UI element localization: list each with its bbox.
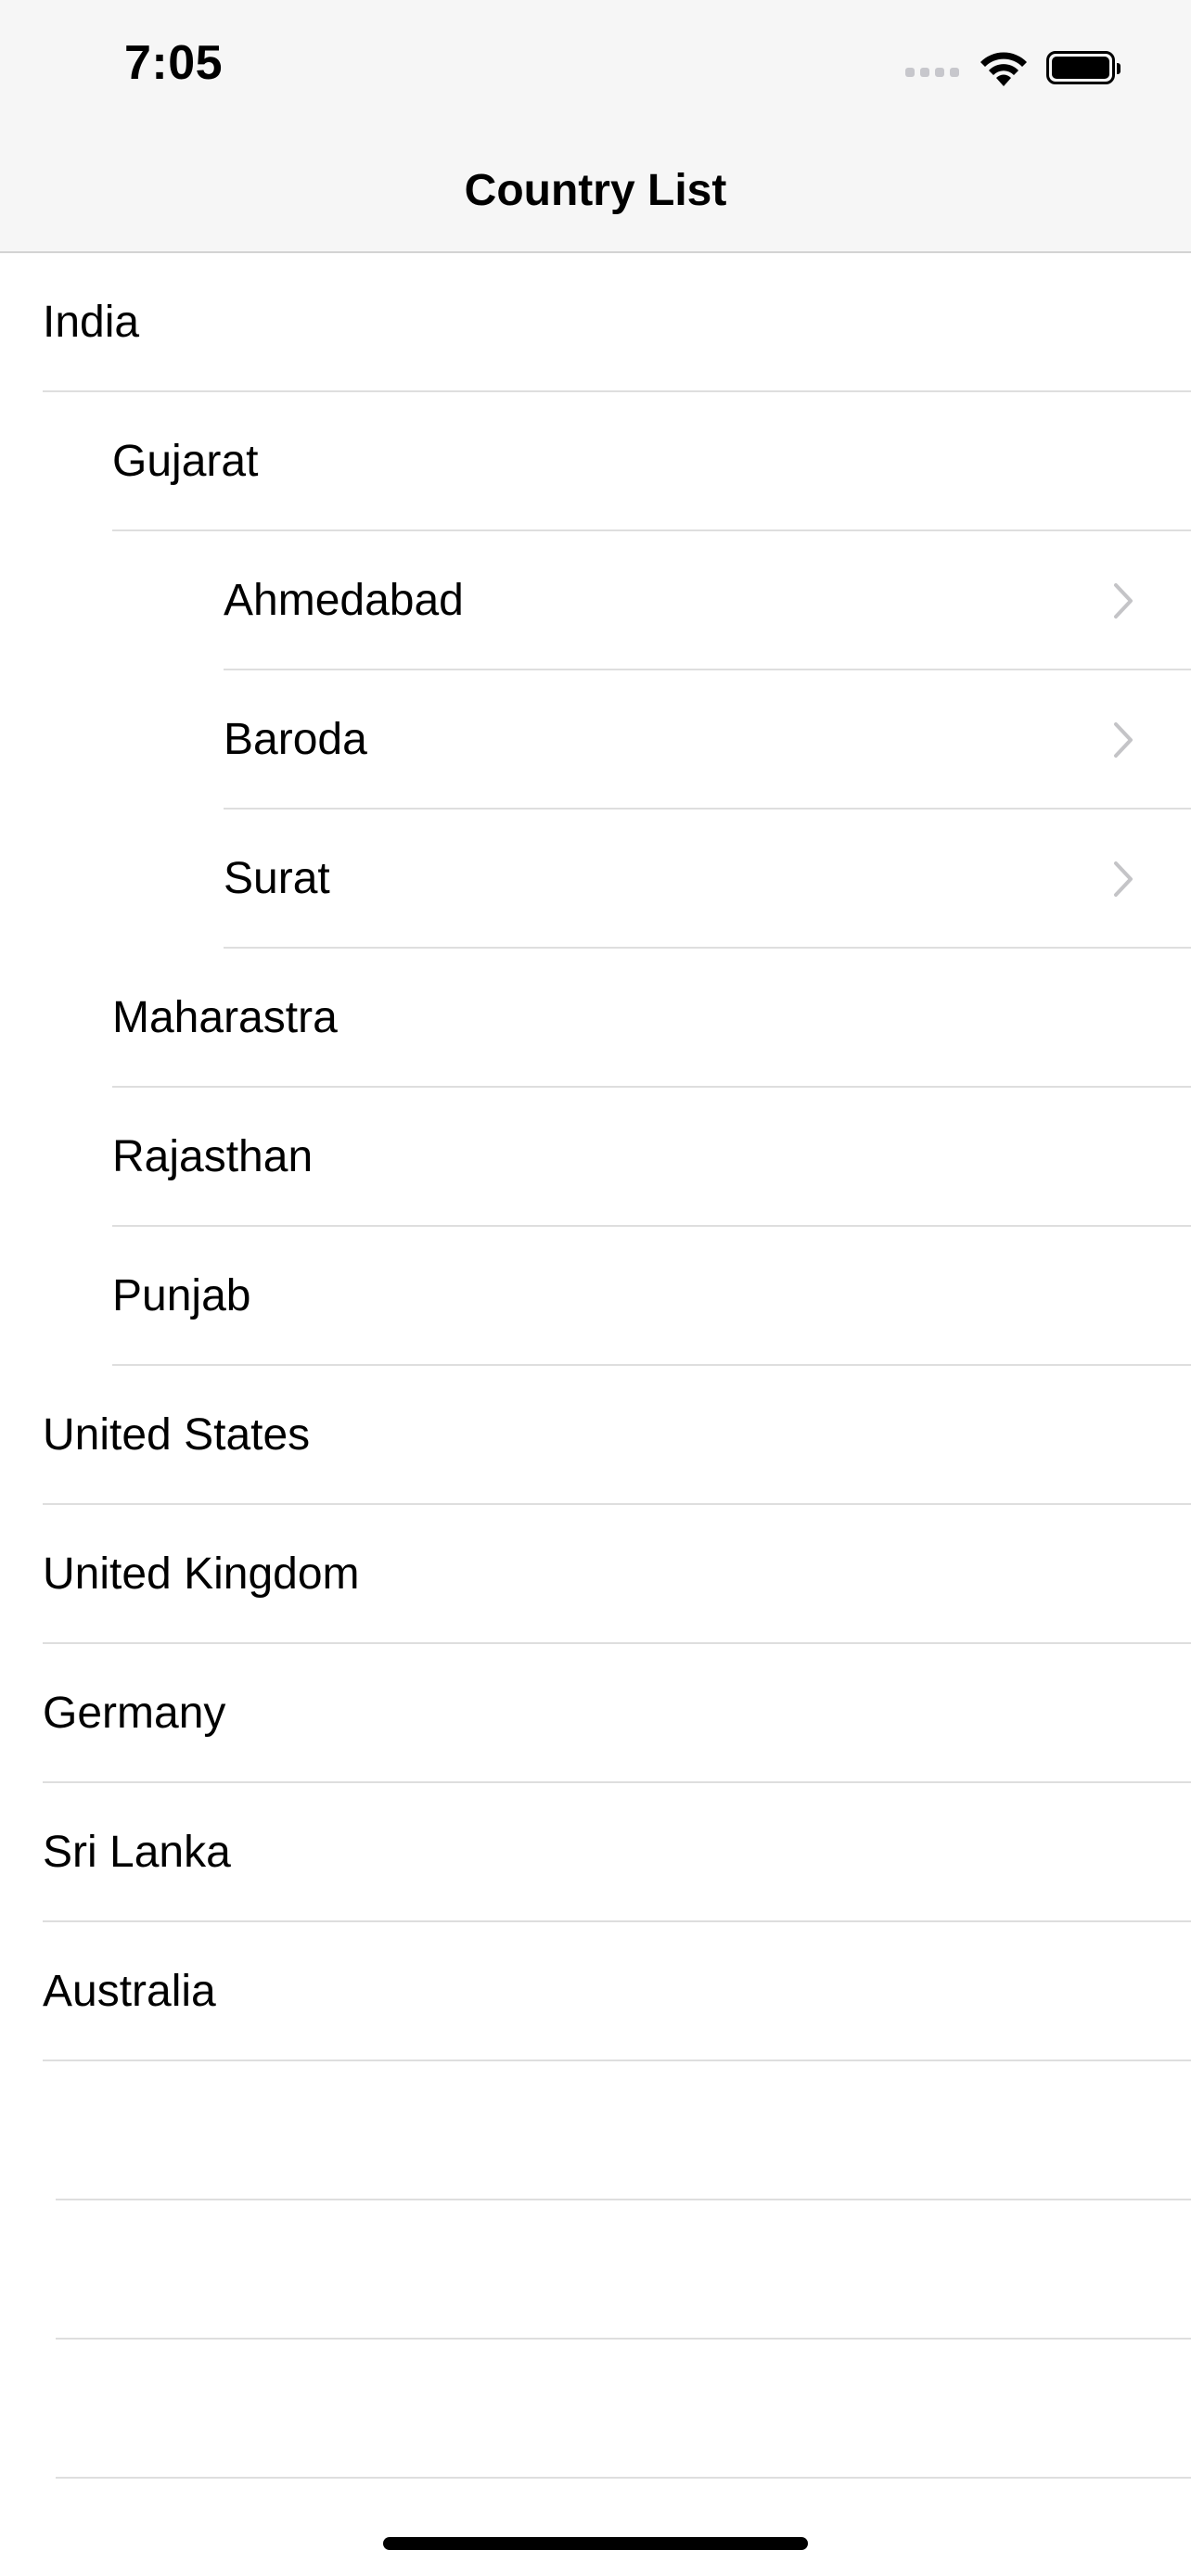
list-item[interactable]: United States xyxy=(0,1366,1191,1505)
empty-row xyxy=(0,2200,1191,2340)
list-item-label: Ahmedabad xyxy=(224,576,464,625)
list-item-label: India xyxy=(43,298,140,347)
battery-icon xyxy=(1046,51,1121,84)
list-item-label: Rajasthan xyxy=(112,1132,314,1181)
list-item-label: Maharastra xyxy=(112,993,338,1042)
list-item[interactable]: Ahmedabad xyxy=(0,531,1191,670)
list-item[interactable]: India xyxy=(0,253,1191,392)
list-item-label: Punjab xyxy=(112,1271,251,1320)
page-title: Country List xyxy=(464,166,727,215)
list-item[interactable]: Rajasthan xyxy=(0,1088,1191,1227)
status-time: 7:05 xyxy=(124,36,224,90)
list-item-label: United Kingdom xyxy=(43,1549,360,1599)
empty-row xyxy=(0,2340,1191,2479)
list-item-label: Australia xyxy=(43,1967,216,2016)
list-item-label: Sri Lanka xyxy=(43,1828,231,1877)
list-item-label: Gujarat xyxy=(112,437,259,486)
country-list[interactable]: India Gujarat Ahmedabad Baroda Surat Maharast… xyxy=(0,253,1191,2479)
list-item-label: Surat xyxy=(224,854,330,903)
navigation-bar: 7:05 Country List xyxy=(0,0,1191,253)
list-item[interactable]: Gujarat xyxy=(0,392,1191,531)
list-item[interactable]: Germany xyxy=(0,1644,1191,1783)
chevron-right-icon xyxy=(1114,583,1133,618)
list-item-label: United States xyxy=(43,1410,311,1460)
wifi-icon xyxy=(980,52,1027,86)
home-indicator[interactable] xyxy=(383,2537,808,2550)
list-item[interactable]: Surat xyxy=(0,810,1191,949)
list-item[interactable]: Punjab xyxy=(0,1227,1191,1366)
list-item[interactable]: United Kingdom xyxy=(0,1505,1191,1644)
list-item-label: Baroda xyxy=(224,715,367,764)
list-item[interactable]: Australia xyxy=(0,1922,1191,2061)
battery-level xyxy=(1052,57,1109,79)
status-icons xyxy=(905,45,1121,91)
chevron-right-icon xyxy=(1114,861,1133,897)
list-item[interactable]: Maharastra xyxy=(0,949,1191,1088)
row-separator xyxy=(56,2477,1191,2479)
screen: 7:05 Country List India Gujarat Ahmedabad B… xyxy=(0,0,1191,2576)
cellular-signal-icon xyxy=(905,68,959,77)
list-item[interactable]: Sri Lanka xyxy=(0,1783,1191,1922)
list-item[interactable]: Baroda xyxy=(0,670,1191,810)
empty-row xyxy=(0,2061,1191,2200)
chevron-right-icon xyxy=(1114,722,1133,758)
list-item-label: Germany xyxy=(43,1689,226,1738)
